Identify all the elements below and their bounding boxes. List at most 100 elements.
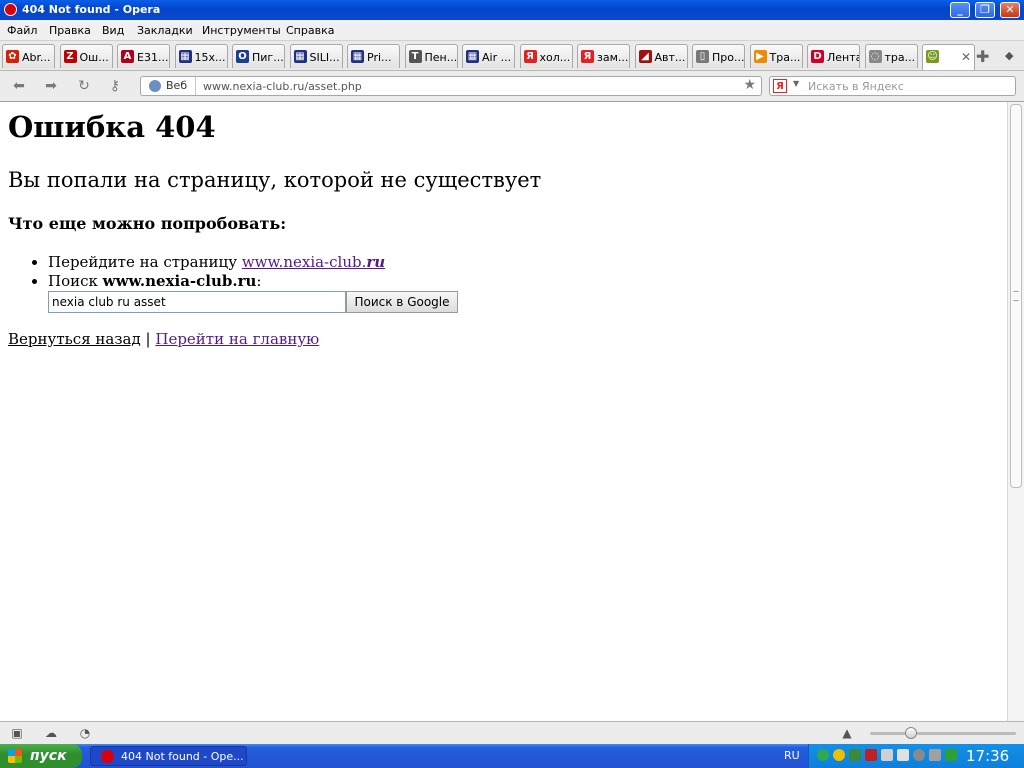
tab-13[interactable]: ▶ Тра... xyxy=(749,44,803,68)
tab-label: Пиг... xyxy=(252,51,284,64)
tab-label: хол... xyxy=(539,51,571,64)
tab-label: Лента xyxy=(827,51,860,64)
page-title: Ошибка 404 xyxy=(8,110,216,144)
close-button[interactable]: ✕ xyxy=(1000,2,1020,18)
suggestions-list: Перейдите на страницу www.nexia-club.ru … xyxy=(8,253,385,291)
status-bar: ▣ ☁ ◔ ▲ xyxy=(0,721,1024,745)
language-indicator[interactable]: RU xyxy=(784,749,800,762)
tab-label: Пен... xyxy=(424,51,458,64)
tab-3[interactable]: ▦ 15x... xyxy=(174,44,228,68)
tab-label: Ош... xyxy=(79,51,109,64)
title-bar: 404 Not found - Opera _ ❐ ✕ xyxy=(0,0,1024,20)
taskbar-opera-item[interactable]: 404 Not found - Ope... xyxy=(90,746,247,766)
go-home-link[interactable]: Перейти на главную xyxy=(155,330,319,348)
page-viewport: Ошибка 404 Вы попали на страницу, которо… xyxy=(0,102,1007,721)
menu-view[interactable]: Вид xyxy=(102,24,124,37)
tray-app-icon[interactable] xyxy=(849,749,861,761)
back-arrow-icon[interactable]: ⬅ xyxy=(10,77,28,95)
search-placeholder: Искать в Яндекс xyxy=(808,80,904,93)
tray-network-icon[interactable] xyxy=(817,749,829,761)
zoom-slider-track[interactable] xyxy=(870,732,1016,735)
tray-display-icon[interactable] xyxy=(881,749,893,761)
scrollbar-thumb[interactable] xyxy=(1010,104,1022,488)
tab-10[interactable]: Язам... xyxy=(577,44,630,68)
tab-favicon-icon: Я xyxy=(523,50,537,63)
tab-favicon-icon: ☺ xyxy=(926,50,939,63)
search-field[interactable]: Я ▼ Искать в Яндекс xyxy=(769,76,1016,96)
tab-favicon-icon: Я xyxy=(581,50,594,63)
vertical-scrollbar[interactable] xyxy=(1007,102,1024,721)
panel-toggle-icon[interactable]: ▣ xyxy=(10,726,24,740)
bookmark-star-icon[interactable]: ★ xyxy=(743,77,756,93)
tray-media-icon[interactable] xyxy=(913,749,925,761)
google-search-input[interactable] xyxy=(48,291,346,313)
address-field[interactable]: Веб www.nexia-club.ru/asset.php ★ xyxy=(140,76,762,96)
tab-2[interactable]: A E31... xyxy=(117,44,170,68)
taskbar: пуск 404 Not found - Ope... RU 17:36 xyxy=(0,744,1024,768)
menu-tools[interactable]: Инструменты xyxy=(202,24,281,37)
chevron-down-icon[interactable]: ▼ xyxy=(793,79,799,88)
tab-15[interactable]: ◌ тра... xyxy=(864,44,918,68)
menu-edit[interactable]: Правка xyxy=(49,24,91,37)
tab-4[interactable]: O Пиг... xyxy=(232,44,285,68)
list-item: Перейдите на страницу www.nexia-club.ru xyxy=(48,253,385,272)
forward-arrow-icon[interactable]: ➡ xyxy=(42,77,60,95)
tab-scroll-icon[interactable]: ◆ xyxy=(1005,49,1013,62)
tab-favicon-icon: D xyxy=(811,50,824,63)
tray-volume-icon[interactable] xyxy=(897,749,909,761)
view-up-icon[interactable]: ▲ xyxy=(840,726,854,740)
new-tab-icon[interactable]: ✚ xyxy=(976,47,989,66)
start-button[interactable]: пуск xyxy=(0,744,82,768)
reload-icon[interactable]: ↻ xyxy=(75,77,93,95)
tab-16[interactable]: ☺ ✕ xyxy=(922,44,975,70)
yandex-icon[interactable]: Я xyxy=(773,79,787,93)
window-title: 404 Not found - Opera xyxy=(22,3,161,16)
tray-usb-icon[interactable] xyxy=(929,749,941,761)
tray-update-icon[interactable] xyxy=(945,749,957,761)
tab-favicon-icon: A xyxy=(121,50,134,63)
tab-8[interactable]: ▦ Air ... xyxy=(462,44,515,68)
zoom-slider-thumb[interactable] xyxy=(905,727,917,739)
bottom-links: Вернуться назад | Перейти на главную xyxy=(8,330,319,348)
tab-favicon-icon: ✿ xyxy=(6,50,19,63)
key-icon[interactable]: ⚷ xyxy=(106,77,124,95)
tab-6[interactable]: ▦ Pri... xyxy=(347,44,400,68)
cloud-icon[interactable]: ☁ xyxy=(44,726,58,740)
speed-dial-icon[interactable]: ◔ xyxy=(78,726,92,740)
tab-9[interactable]: Яхол... xyxy=(519,44,573,68)
tab-1[interactable]: Z Ош... xyxy=(59,44,113,68)
maximize-button[interactable]: ❐ xyxy=(975,2,995,18)
tab-14[interactable]: D Лента xyxy=(807,44,860,68)
tab-favicon-icon: O xyxy=(236,50,249,63)
menu-file[interactable]: Файл xyxy=(7,24,37,37)
start-label: пуск xyxy=(30,748,67,764)
search-colon: : xyxy=(256,272,262,290)
tab-favicon-icon: Z xyxy=(63,50,77,63)
suggestions-heading: Что еще можно попробовать: xyxy=(8,214,287,233)
tab-label: зам... xyxy=(597,51,629,64)
tab-12[interactable]: ▯ Про... xyxy=(692,44,745,68)
tab-11[interactable]: ◢ Авт... xyxy=(634,44,688,68)
tab-label: E31... xyxy=(137,51,169,64)
tray-warning-icon[interactable] xyxy=(865,749,877,761)
tab-0[interactable]: ✿ Abr... xyxy=(2,44,55,68)
go-back-link[interactable]: Вернуться назад xyxy=(8,330,141,348)
tab-label: тра... xyxy=(884,51,916,64)
menu-help[interactable]: Справка xyxy=(286,24,334,37)
menu-bar: Файл Правка Вид Закладки Инструменты Спр… xyxy=(0,20,1024,41)
menu-bookmarks[interactable]: Закладки xyxy=(137,24,193,37)
site-link[interactable]: www.nexia-club.ru xyxy=(242,253,385,271)
google-search-button[interactable]: Поиск в Google xyxy=(346,291,458,313)
url-text[interactable]: www.nexia-club.ru/asset.php xyxy=(203,80,362,93)
tray-info-icon[interactable] xyxy=(833,749,845,761)
taskbar-item-label: 404 Not found - Ope... xyxy=(121,750,244,763)
site-link-main: www.nexia-club. xyxy=(241,253,367,271)
web-badge[interactable]: Веб xyxy=(141,77,196,95)
tab-label: 15x... xyxy=(194,51,226,64)
globe-icon xyxy=(149,80,161,92)
minimize-button[interactable]: _ xyxy=(950,2,970,18)
opera-logo-icon xyxy=(4,3,17,16)
tab-5[interactable]: ▦ SILI... xyxy=(289,44,343,68)
tab-7[interactable]: T Пен... xyxy=(404,44,458,68)
tab-close-icon[interactable]: ✕ xyxy=(961,50,971,64)
